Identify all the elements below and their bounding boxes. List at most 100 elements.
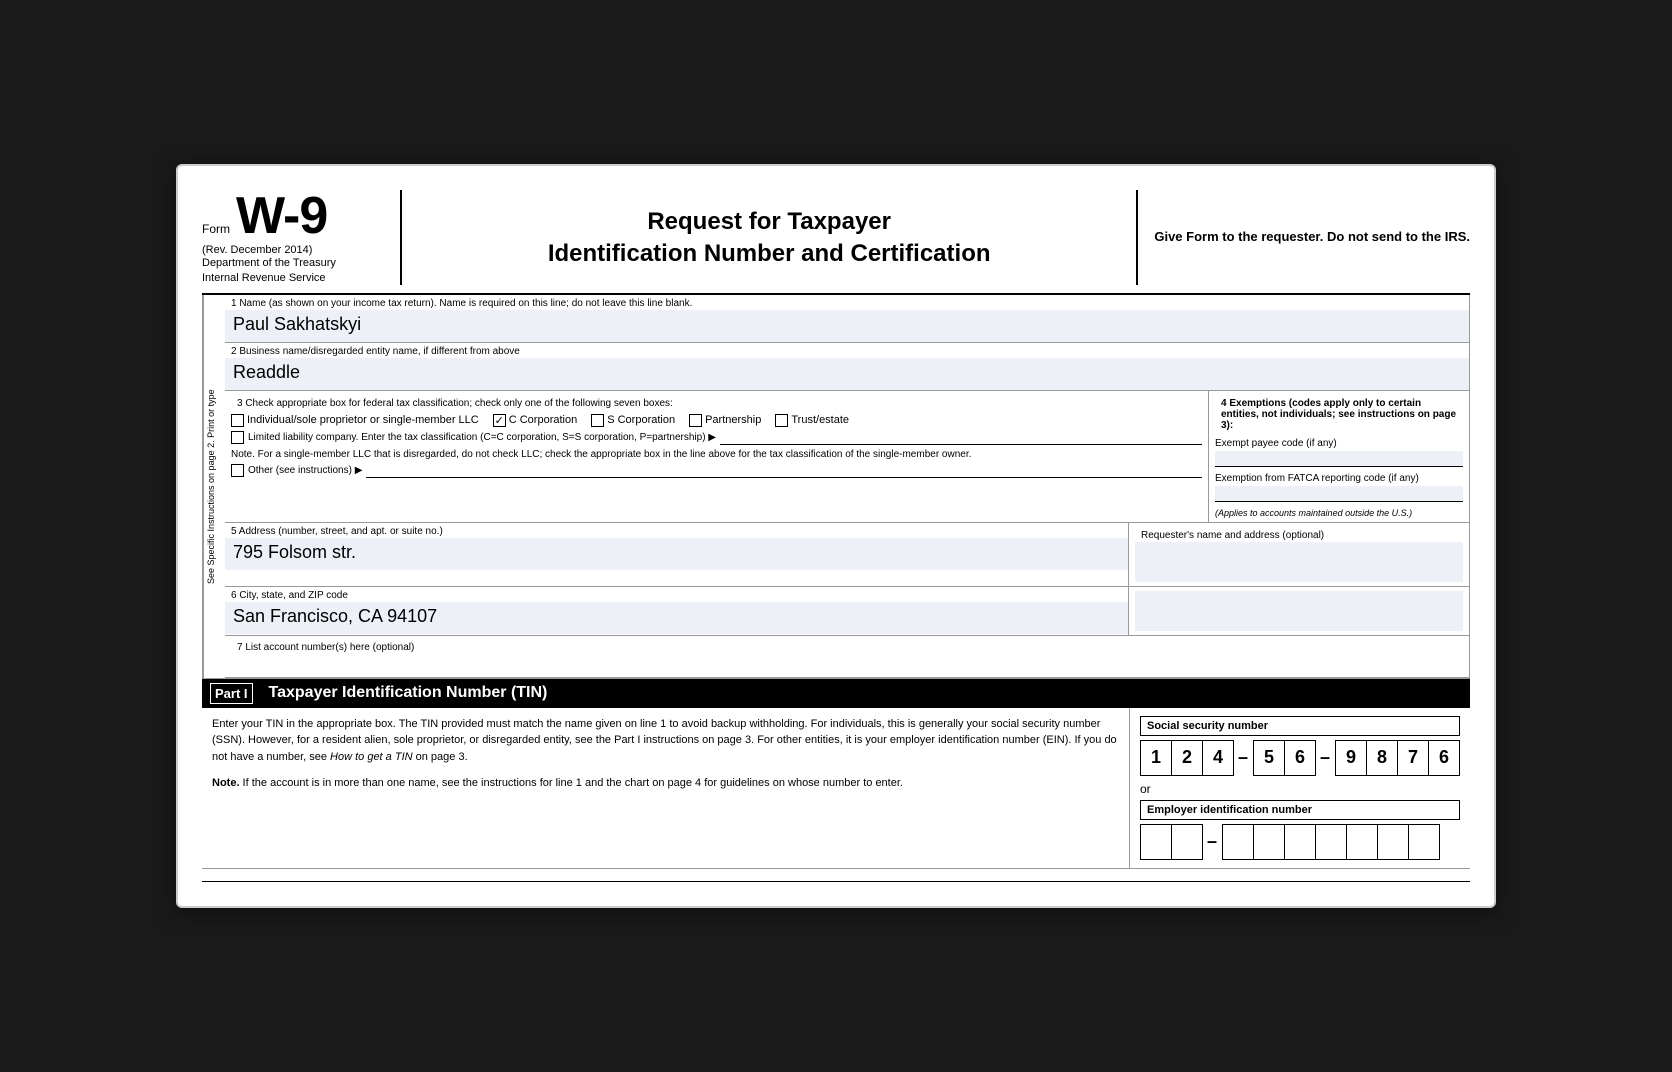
- other-row: Other (see instructions) ▶: [231, 464, 1202, 478]
- ein-dash: –: [1202, 831, 1222, 852]
- part1-label: Part I: [210, 683, 253, 704]
- ein-label: Employer identification number: [1140, 800, 1460, 820]
- field6-left: 6 City, state, and ZIP code San Francisc…: [225, 587, 1129, 635]
- ssn-box-6[interactable]: 9: [1335, 740, 1367, 776]
- llc-row: Limited liability company. Enter the tax…: [231, 431, 1202, 445]
- checkboxes-row: Individual/sole proprietor or single-mem…: [231, 414, 1202, 427]
- checkbox-individual[interactable]: Individual/sole proprietor or single-mem…: [231, 414, 479, 427]
- field5-left: 5 Address (number, street, and apt. or s…: [225, 523, 1129, 586]
- ein-box-2[interactable]: [1171, 824, 1203, 860]
- form-title: Request for Taxpayer Identification Numb…: [548, 206, 991, 268]
- field7-label: 7 List account number(s) here (optional): [231, 639, 1463, 654]
- form-label: Form: [202, 222, 230, 236]
- requester-label: Requester's name and address (optional): [1135, 527, 1463, 542]
- other-label: Other (see instructions) ▶: [248, 465, 362, 476]
- field7-input[interactable]: [231, 654, 1463, 674]
- checkbox-ccorp-box[interactable]: ✓: [493, 414, 506, 427]
- checkbox-llc-box[interactable]: [231, 431, 244, 444]
- field5-row: 5 Address (number, street, and apt. or s…: [225, 523, 1469, 587]
- ein-box-3[interactable]: [1222, 824, 1254, 860]
- form-header: Form W-9 (Rev. December 2014) Department…: [202, 190, 1470, 295]
- ssn-boxes: 1 2 4 – 5 6 – 9 8 7 6: [1140, 740, 1460, 776]
- other-input-line[interactable]: [366, 464, 1202, 478]
- ein-box-8[interactable]: [1377, 824, 1409, 860]
- checkbox-scorp-box[interactable]: [591, 414, 604, 427]
- ein-box-9[interactable]: [1408, 824, 1440, 860]
- field3-label: 3 Check appropriate box for federal tax …: [231, 395, 1202, 410]
- part1-title: Taxpayer Identification Number (TIN): [269, 684, 548, 702]
- form-body: See Specific Instructions on page 2. Pri…: [202, 295, 1470, 679]
- checkbox-individual-box[interactable]: [231, 414, 244, 427]
- form-fields: 1 Name (as shown on your income tax retu…: [225, 295, 1469, 678]
- requester-input2[interactable]: [1135, 591, 1463, 631]
- ssn-box-2[interactable]: 2: [1171, 740, 1203, 776]
- ssn-box-4[interactable]: 5: [1253, 740, 1285, 776]
- checkbox-other-box[interactable]: [231, 464, 244, 477]
- header-right: Give Form to the requester. Do not send …: [1136, 190, 1470, 285]
- llc-label: Limited liability company. Enter the tax…: [248, 432, 716, 443]
- ein-box-1[interactable]: [1140, 824, 1172, 860]
- requester-right2: [1129, 587, 1469, 635]
- field1-row: 1 Name (as shown on your income tax retu…: [225, 295, 1469, 343]
- header-left: Form W-9 (Rev. December 2014) Department…: [202, 190, 402, 285]
- llc-input-line[interactable]: [720, 431, 1202, 445]
- field2-row: 2 Business name/disregarded entity name,…: [225, 343, 1469, 391]
- checkbox-scorp[interactable]: S Corporation: [591, 414, 675, 427]
- requester-input[interactable]: [1135, 542, 1463, 582]
- ssn-box-5[interactable]: 6: [1284, 740, 1316, 776]
- side-label: See Specific Instructions on page 2. Pri…: [203, 295, 225, 678]
- field3-left: 3 Check appropriate box for federal tax …: [225, 391, 1209, 522]
- checkbox-trust-label: Trust/estate: [791, 414, 849, 426]
- ein-box-5[interactable]: [1284, 824, 1316, 860]
- ssn-dash-2: –: [1315, 747, 1335, 768]
- ein-box-4[interactable]: [1253, 824, 1285, 860]
- form-number: W-9: [236, 190, 327, 242]
- fatca-input[interactable]: [1215, 486, 1463, 502]
- checkbox-ccorp-label: C Corporation: [509, 414, 577, 426]
- field4-right: 4 Exemptions (codes apply only to certai…: [1209, 391, 1469, 522]
- fatca-label: Exemption from FATCA reporting code (if …: [1215, 473, 1463, 484]
- field6-row: 6 City, state, and ZIP code San Francisc…: [225, 587, 1469, 636]
- checkbox-partnership-label: Partnership: [705, 414, 761, 426]
- field1-value[interactable]: Paul Sakhatskyi: [225, 310, 1469, 342]
- field1-label: 1 Name (as shown on your income tax retu…: [225, 295, 1469, 310]
- checkbox-partnership-box[interactable]: [689, 414, 702, 427]
- ssn-box-1[interactable]: 1: [1140, 740, 1172, 776]
- field5-label: 5 Address (number, street, and apt. or s…: [225, 523, 1128, 538]
- checkbox-scorp-label: S Corporation: [607, 414, 675, 426]
- field6-value[interactable]: San Francisco, CA 94107: [225, 602, 1128, 634]
- checkbox-individual-label: Individual/sole proprietor or single-mem…: [247, 414, 479, 426]
- checkbox-ccorp[interactable]: ✓ C Corporation: [493, 414, 577, 427]
- ssn-box-3[interactable]: 4: [1202, 740, 1234, 776]
- ssn-label: Social security number: [1140, 716, 1460, 736]
- requester-right: Requester's name and address (optional): [1129, 523, 1469, 586]
- field2-value[interactable]: Readdle: [225, 358, 1469, 390]
- ssn-box-9[interactable]: 6: [1428, 740, 1460, 776]
- fatca-note: (Applies to accounts maintained outside …: [1215, 508, 1463, 518]
- checkbox-trust-box[interactable]: [775, 414, 788, 427]
- part1-body: Enter your TIN in the appropriate box. T…: [202, 708, 1470, 869]
- part1-note-text: Note. If the account is in more than one…: [212, 775, 1119, 792]
- ein-boxes: –: [1140, 824, 1460, 860]
- part1-description: Enter your TIN in the appropriate box. T…: [202, 708, 1130, 868]
- note-text: Note. For a single-member LLC that is di…: [231, 448, 1202, 461]
- or-text: or: [1140, 782, 1460, 796]
- part1-right: Social security number 1 2 4 – 5 6 – 9 8…: [1130, 708, 1470, 868]
- field5-value[interactable]: 795 Folsom str.: [225, 538, 1128, 570]
- ssn-dash-1: –: [1233, 747, 1253, 768]
- field3-4-row: 3 Check appropriate box for federal tax …: [225, 391, 1469, 523]
- checkbox-partnership[interactable]: Partnership: [689, 414, 761, 427]
- exempt-payee-input[interactable]: [1215, 451, 1463, 467]
- form-dept1: Department of the Treasury: [202, 256, 384, 270]
- ssn-box-7[interactable]: 8: [1366, 740, 1398, 776]
- field7-row: 7 List account number(s) here (optional): [225, 636, 1469, 678]
- ein-box-6[interactable]: [1315, 824, 1347, 860]
- ssn-box-8[interactable]: 7: [1397, 740, 1429, 776]
- field6-label: 6 City, state, and ZIP code: [225, 587, 1128, 602]
- field4-label: 4 Exemptions (codes apply only to certai…: [1215, 395, 1463, 432]
- form-dept2: Internal Revenue Service: [202, 271, 384, 285]
- ein-box-7[interactable]: [1346, 824, 1378, 860]
- part1-header: Part I Taxpayer Identification Number (T…: [202, 679, 1470, 708]
- checkbox-trust[interactable]: Trust/estate: [775, 414, 849, 427]
- part1-desc-text: Enter your TIN in the appropriate box. T…: [212, 716, 1119, 766]
